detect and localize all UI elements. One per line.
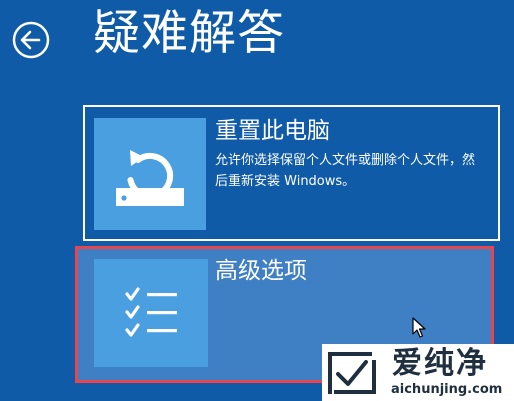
checklist-icon: [125, 287, 177, 337]
page-title: 疑难解答: [93, 6, 285, 61]
advanced-options-tile: [94, 259, 208, 367]
back-arrow-icon[interactable]: [12, 21, 50, 59]
reset-pc-title: 重置此电脑: [215, 118, 330, 144]
reset-pc-tile: [94, 118, 206, 230]
brand-logo-icon: [328, 352, 376, 394]
reset-pc-option[interactable]: 重置此电脑 允许你选择保留个人文件或删除个人文件，然后重新安装 Windows。: [83, 105, 500, 241]
reset-pc-icon: [116, 150, 184, 206]
advanced-options-title: 高级选项: [215, 258, 307, 284]
reset-pc-description: 允许你选择保留个人文件或删除个人文件，然后重新安装 Windows。: [215, 153, 476, 189]
mouse-cursor-icon: [412, 317, 426, 338]
watermark-domain: aichunjing.com: [391, 382, 503, 397]
watermark-brand: 爱纯净: [392, 346, 488, 381]
watermark: 爱纯净 aichunjing.com: [322, 344, 514, 401]
